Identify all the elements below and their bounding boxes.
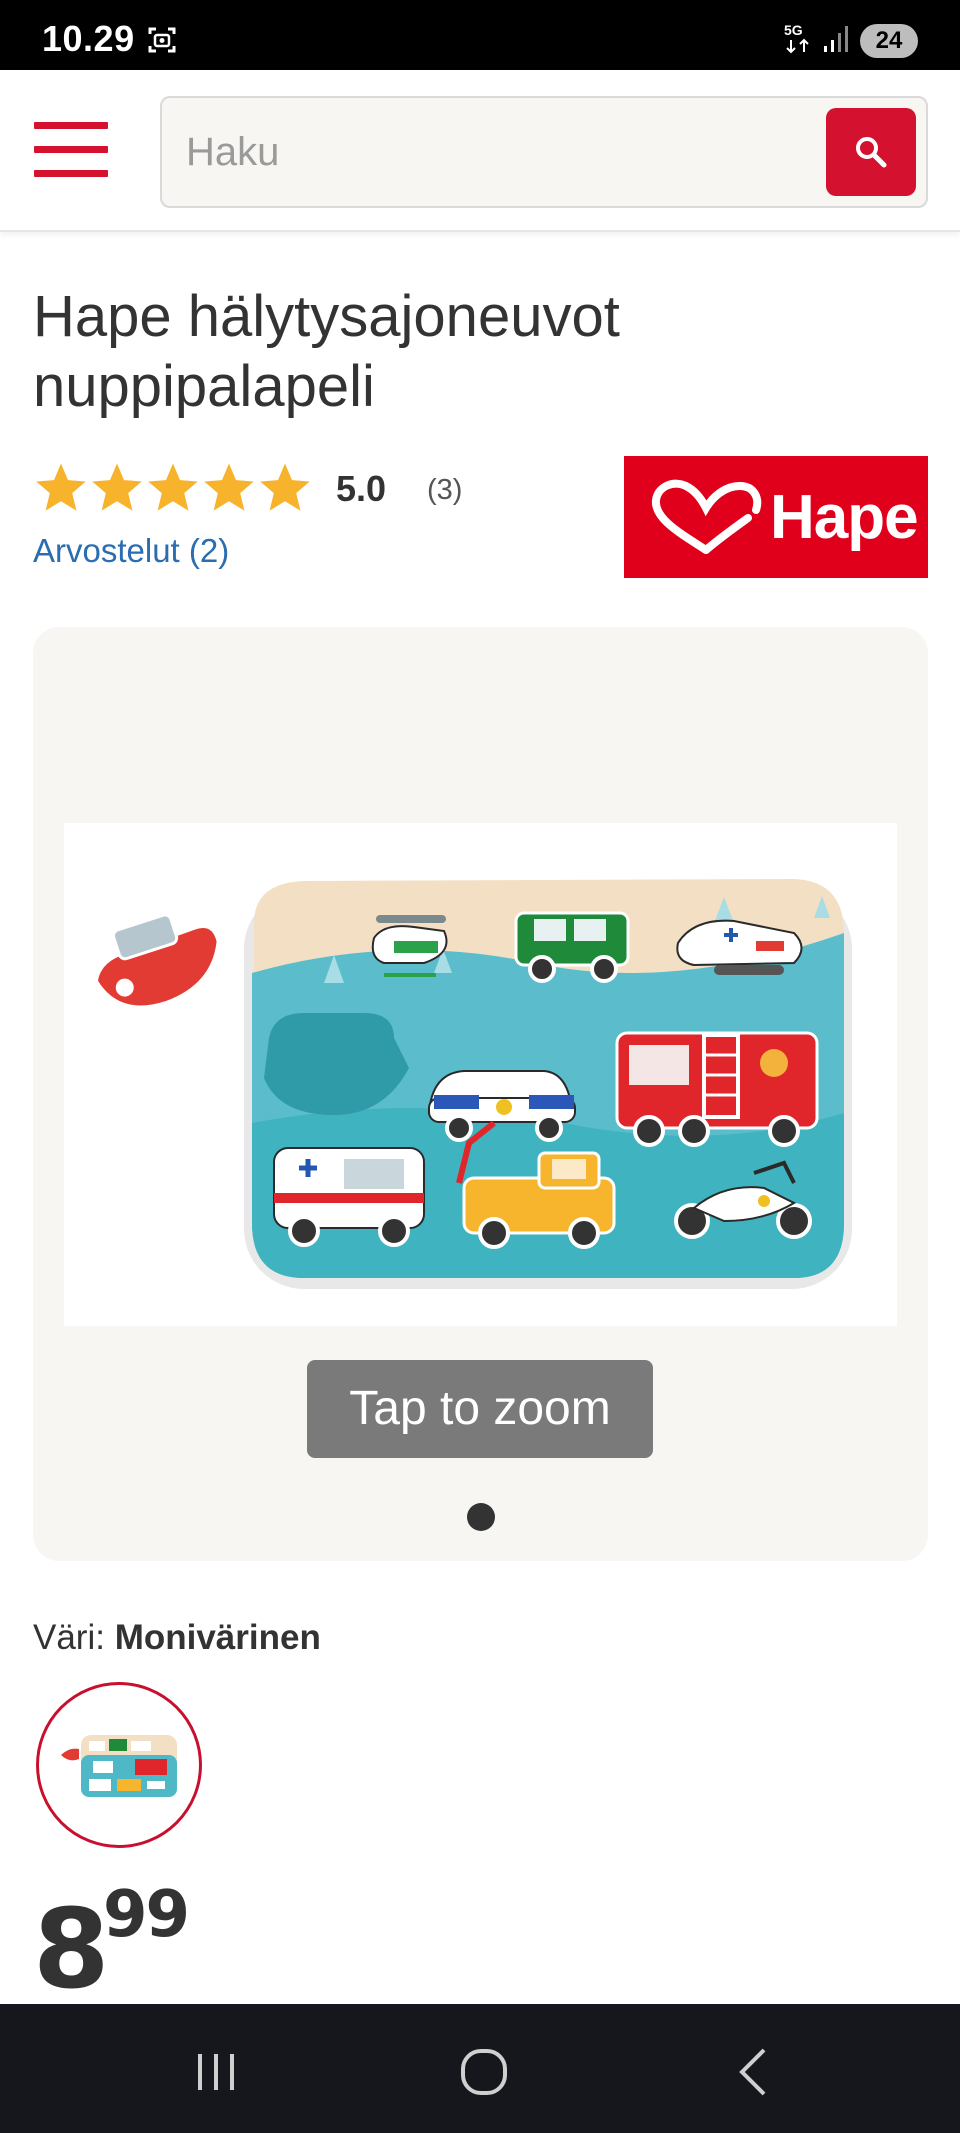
search-input[interactable] <box>186 120 766 184</box>
product-image[interactable] <box>64 823 897 1326</box>
product-title: Hape hälytysajoneuvot nuppipalapeli <box>33 284 620 419</box>
search-icon <box>856 137 887 168</box>
color-swatch-selected[interactable] <box>36 1682 202 1848</box>
star-icon <box>92 463 142 511</box>
5g-icon: 5G <box>784 22 809 54</box>
reviews-link[interactable]: Arvostelut (2) <box>33 532 229 570</box>
rating-count: (3) <box>427 474 463 506</box>
product-gallery[interactable]: Tap to zoom <box>33 627 928 1561</box>
svg-text:5G: 5G <box>784 22 803 38</box>
star-icon <box>260 463 310 511</box>
tap-to-zoom-hint[interactable]: Tap to zoom <box>307 1360 653 1458</box>
swatch-thumbnail <box>61 1735 177 1797</box>
brand-logo[interactable]: Hape <box>624 456 928 578</box>
screenshot-icon <box>148 27 176 53</box>
site-header <box>0 70 960 232</box>
star-icon <box>36 463 86 511</box>
rating-stars <box>33 460 313 518</box>
battery-icon: 24 <box>860 24 918 58</box>
search-button[interactable] <box>826 108 916 196</box>
hamburger-menu-icon[interactable] <box>34 122 108 178</box>
recent-apps-icon[interactable] <box>186 2044 246 2100</box>
price-decimals: 99 <box>103 1878 190 1952</box>
signal-icon <box>824 26 848 52</box>
star-icon <box>148 463 198 511</box>
color-label-prefix: Väri: <box>33 1618 105 1657</box>
status-bar: 10.29 5G 24 <box>0 0 960 70</box>
price-integer: 8 <box>33 1885 110 2013</box>
home-icon[interactable] <box>454 2044 514 2100</box>
status-time: 10.29 <box>42 18 135 59</box>
hape-heart-logo-icon <box>651 479 762 554</box>
gallery-dot-active[interactable] <box>467 1503 495 1531</box>
back-icon[interactable] <box>724 2044 784 2100</box>
brand-logo-text: Hape <box>770 483 919 552</box>
system-nav-bar <box>0 2004 960 2133</box>
search-bar <box>160 96 928 208</box>
color-selected-value: Monivärinen <box>114 1618 321 1657</box>
star-icon <box>204 463 254 511</box>
rating-value: 5.0 <box>336 468 387 509</box>
color-label: Väri: Monivärinen <box>33 1618 321 1658</box>
